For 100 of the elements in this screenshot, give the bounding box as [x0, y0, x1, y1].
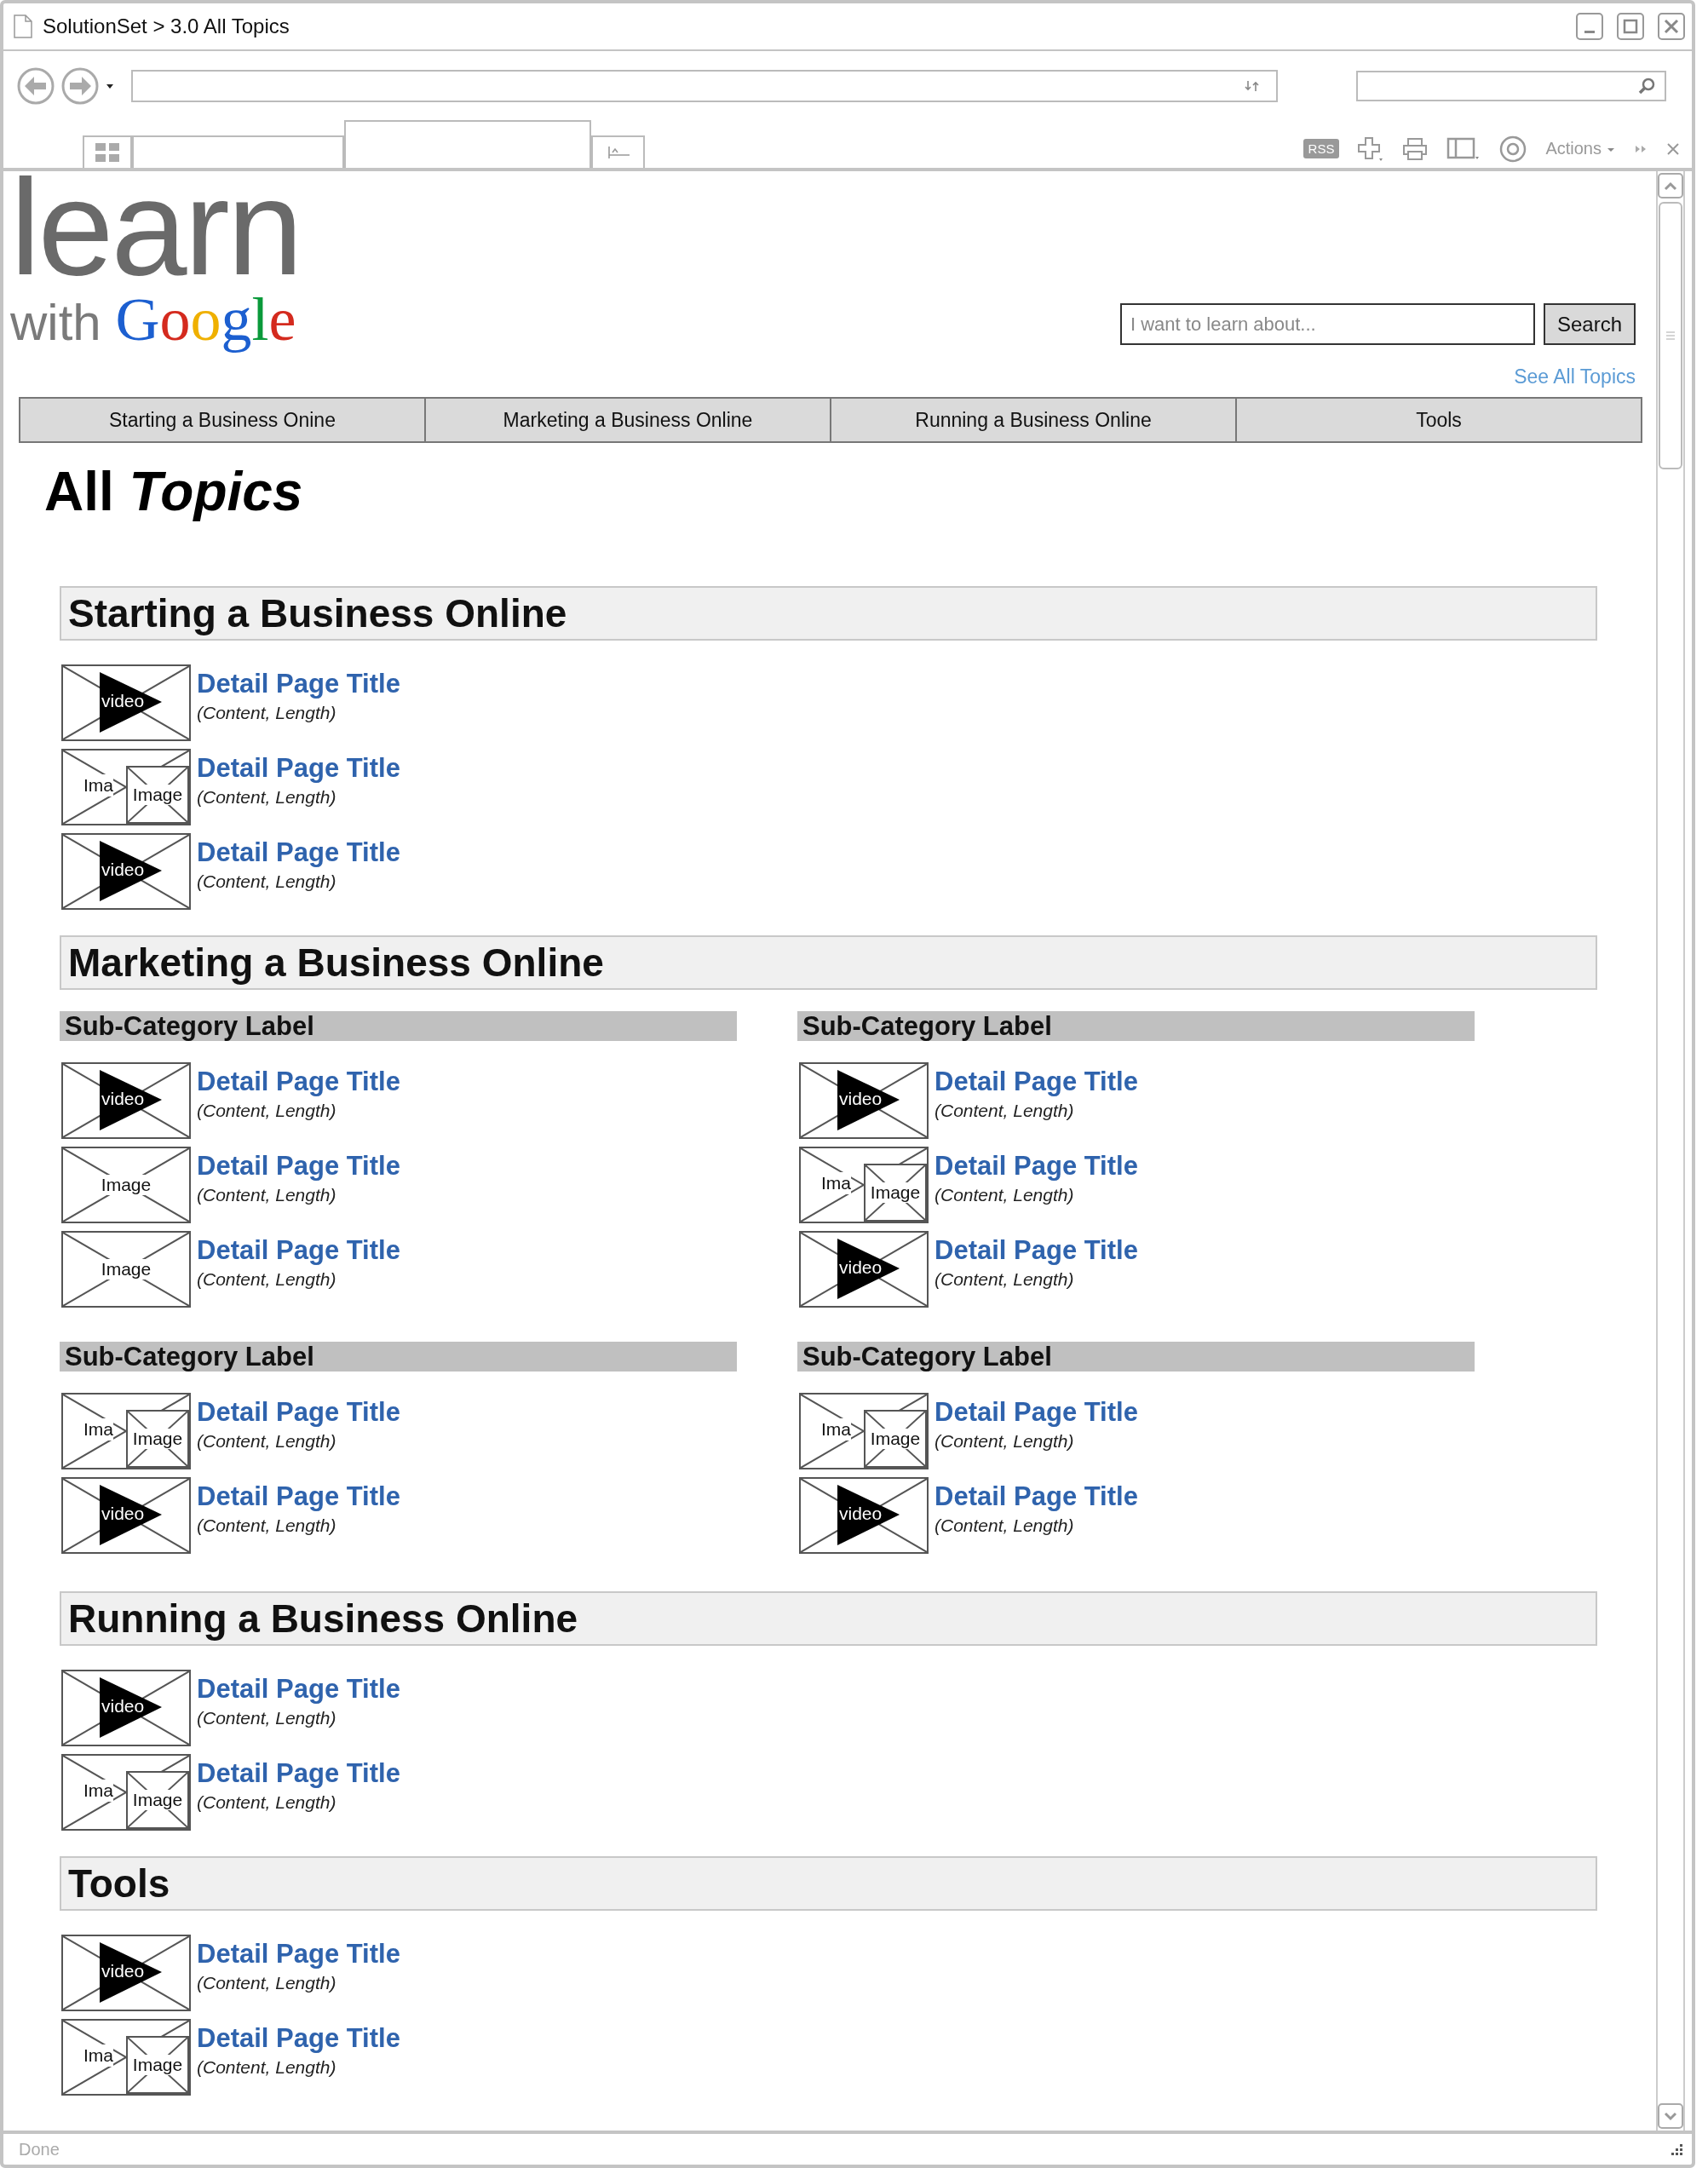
search-icon	[1637, 77, 1656, 95]
content-meta: (Content, Length)	[197, 1707, 337, 1729]
detail-page-link[interactable]: Detail Page Title	[935, 1234, 1138, 1267]
address-field[interactable]	[131, 70, 1278, 102]
placeholder-label: Ima	[821, 1418, 851, 1441]
placeholder-label: Image	[869, 1429, 922, 1449]
detail-page-link[interactable]: Detail Page Title	[197, 752, 400, 785]
scroll-down-button[interactable]	[1658, 2103, 1683, 2129]
scrollbar-thumb[interactable]	[1659, 202, 1682, 469]
detail-page-link[interactable]: Detail Page Title	[197, 1066, 400, 1098]
play-triangle-icon	[100, 1942, 162, 2003]
nav-tab[interactable]: Marketing a Business Online	[424, 399, 830, 441]
placeholder-label: video	[101, 1503, 145, 1525]
placeholder-label: Image	[100, 1175, 152, 1195]
play-triangle-icon	[837, 1070, 900, 1130]
play-triangle-icon	[100, 1485, 162, 1545]
play-triangle-icon	[100, 841, 162, 901]
content-meta: (Content, Length)	[197, 1430, 337, 1452]
nav-tab[interactable]: Starting a Business Onine	[20, 399, 424, 441]
placeholder-label: Image	[100, 1259, 152, 1280]
content-meta: (Content, Length)	[197, 786, 337, 808]
maximize-icon	[1622, 18, 1639, 35]
placeholder-label: Image	[131, 1429, 184, 1449]
content-meta: (Content, Length)	[197, 1268, 337, 1291]
grid-icon	[95, 143, 119, 162]
back-button[interactable]	[17, 67, 55, 105]
content-meta: (Content, Length)	[197, 1100, 337, 1122]
play-triangle-icon	[837, 1239, 900, 1299]
new-tab-button[interactable]	[591, 135, 645, 168]
subcategory-label: Sub-Category Label	[60, 1011, 737, 1041]
caret-icon[interactable]	[106, 83, 114, 89]
detail-page-link[interactable]: Detail Page Title	[197, 1150, 400, 1182]
search-button[interactable]: Search	[1544, 303, 1636, 345]
window-title: SolutionSet > 3.0 All Topics	[43, 14, 290, 38]
close-icon	[1663, 18, 1680, 35]
detail-page-link[interactable]: Detail Page Title	[197, 1481, 400, 1513]
close-icon[interactable]	[1666, 141, 1680, 156]
search-input[interactable]: I want to learn about...	[1120, 303, 1535, 345]
tab-grid-button[interactable]	[83, 135, 132, 168]
content-meta: (Content, Length)	[197, 1972, 337, 1994]
search-field[interactable]	[1356, 71, 1666, 101]
placeholder-label: Ima	[83, 2044, 113, 2067]
circle-icon[interactable]	[1499, 135, 1527, 163]
page-heading: All Topics	[44, 460, 304, 523]
placeholder-label: Image	[131, 785, 184, 805]
placeholder-label: Image	[131, 2055, 184, 2075]
grip-icon	[1665, 331, 1676, 340]
forward-button[interactable]	[61, 67, 99, 105]
scroll-up-button[interactable]	[1658, 173, 1683, 198]
placeholder-label: Ima	[83, 1418, 113, 1441]
detail-page-link[interactable]: Detail Page Title	[197, 837, 400, 869]
maximize-button[interactable]	[1617, 13, 1644, 40]
placeholder-label: video	[101, 859, 145, 881]
detail-page-link[interactable]: Detail Page Title	[935, 1481, 1138, 1513]
detail-page-link[interactable]: Detail Page Title	[197, 1938, 400, 1970]
detail-page-link[interactable]: Detail Page Title	[197, 2022, 400, 2055]
detail-page-link[interactable]: Detail Page Title	[197, 668, 400, 700]
content-meta: (Content, Length)	[197, 1184, 337, 1206]
section-header: Marketing a Business Online	[60, 935, 1597, 990]
nav-tab[interactable]: Running a Business Online	[830, 399, 1235, 441]
placeholder-label: Ima	[83, 1780, 113, 1802]
detail-page-link[interactable]: Detail Page Title	[197, 1234, 400, 1267]
nav-tab[interactable]: Tools	[1235, 399, 1641, 441]
content-meta: (Content, Length)	[935, 1184, 1075, 1206]
detail-page-link[interactable]: Detail Page Title	[197, 1673, 400, 1705]
content-meta: (Content, Length)	[935, 1515, 1075, 1537]
printer-icon[interactable]	[1402, 136, 1429, 161]
browser-tab[interactable]	[132, 135, 344, 168]
detail-page-link[interactable]: Detail Page Title	[197, 1396, 400, 1429]
content-meta: (Content, Length)	[935, 1430, 1075, 1452]
minimize-button[interactable]	[1576, 13, 1603, 40]
subcategory-label: Sub-Category Label	[797, 1011, 1475, 1041]
placeholder-label: video	[839, 1088, 883, 1110]
content-meta: (Content, Length)	[935, 1268, 1075, 1291]
subcategory-label: Sub-Category Label	[797, 1342, 1475, 1372]
status-text: Done	[19, 2139, 60, 2159]
play-triangle-icon	[100, 1677, 162, 1738]
plus-icon[interactable]	[1358, 135, 1384, 162]
play-triangle-icon	[837, 1485, 900, 1545]
placeholder-label: Image	[131, 1790, 184, 1810]
content-meta: (Content, Length)	[197, 1515, 337, 1537]
placeholder-label: video	[101, 690, 145, 712]
content-meta: (Content, Length)	[197, 2056, 337, 2079]
placeholder-label: Ima	[83, 774, 113, 796]
resize-grip-icon[interactable]	[1670, 2142, 1683, 2156]
detail-page-link[interactable]: Detail Page Title	[935, 1396, 1138, 1429]
detail-page-link[interactable]: Detail Page Title	[197, 1757, 400, 1790]
close-button[interactable]	[1658, 13, 1685, 40]
chevrons-icon[interactable]	[1634, 143, 1648, 154]
content-meta: (Content, Length)	[197, 1791, 337, 1814]
placeholder-label: Ima	[821, 1172, 851, 1194]
placeholder-label: video	[839, 1257, 883, 1279]
play-triangle-icon	[100, 672, 162, 733]
detail-page-link[interactable]: Detail Page Title	[935, 1066, 1138, 1098]
placeholder-label: video	[101, 1695, 145, 1717]
placeholder-label: video	[839, 1503, 883, 1525]
content-meta: (Content, Length)	[935, 1100, 1075, 1122]
browser-tab[interactable]	[344, 120, 591, 168]
placeholder-label: Image	[869, 1182, 922, 1203]
detail-page-link[interactable]: Detail Page Title	[935, 1150, 1138, 1182]
